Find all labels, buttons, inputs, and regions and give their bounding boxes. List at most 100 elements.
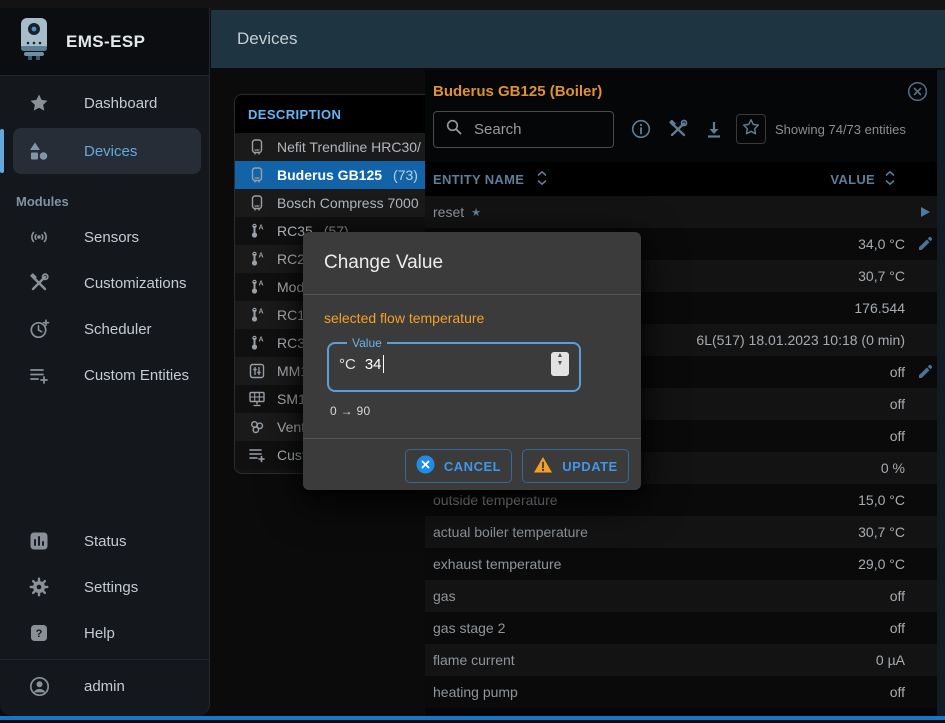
search-box[interactable] — [433, 111, 614, 148]
entity-name: outside temperature — [433, 492, 858, 508]
entity-row[interactable]: flame current 0 µA — [425, 644, 945, 676]
favorite-star-icon: ★ — [471, 206, 481, 219]
entity-value: off — [890, 684, 905, 700]
sidebar-item-custom-entities[interactable]: Custom Entities — [0, 352, 209, 398]
entity-panel-controls: Showing 74/73 entities — [433, 110, 906, 148]
svg-text:A: A — [259, 225, 264, 232]
entity-row[interactable]: gas stage 2 off — [425, 612, 945, 644]
entity-row[interactable]: exhaust temperature 29,0 °C — [425, 548, 945, 580]
svg-text:?: ? — [36, 628, 43, 640]
device-name: Bosch Compress 7000 — [277, 195, 419, 211]
dialog-entity-label: selected flow temperature — [324, 310, 484, 326]
device-name: Nefit Trendline HRC30/ — [277, 139, 421, 155]
step-down-icon[interactable]: ▼ — [557, 364, 564, 372]
entity-value: off — [890, 620, 905, 636]
sidebar-item-scheduler[interactable]: Scheduler — [0, 306, 209, 352]
sidebar-item-status[interactable]: Status — [0, 518, 209, 564]
entity-row[interactable]: heating pump off — [425, 676, 945, 708]
devices-icon — [28, 141, 50, 161]
tools-icon — [28, 273, 50, 293]
entity-name: exhaust temperature — [433, 556, 858, 572]
sidebar-item-label: Scheduler — [84, 321, 152, 338]
sidebar-item-help[interactable]: ? Help — [0, 610, 209, 656]
search-icon — [446, 119, 462, 140]
sidebar-item-admin[interactable]: admin — [0, 663, 209, 709]
svg-text:A: A — [259, 337, 264, 344]
entity-name: flame current — [433, 652, 876, 668]
entity-value: off — [890, 364, 905, 380]
entity-name: reset★ — [433, 204, 905, 220]
sidebar-item-label: Help — [84, 625, 115, 642]
column-entity-name: ENTITY NAME — [433, 172, 524, 187]
warning-icon — [533, 456, 553, 477]
boiler-icon — [248, 195, 266, 212]
vertical-scrollbar[interactable] — [937, 70, 945, 716]
download-icon[interactable] — [705, 120, 723, 139]
sidebar-item-label: Devices — [84, 143, 137, 160]
device-entity-count: (73) — [393, 167, 418, 183]
modules-section-label: Modules — [16, 194, 209, 212]
value-field: Value °C 34 ▲▼ — [327, 336, 581, 392]
entity-row[interactable]: reset★ — [425, 196, 945, 228]
star-icon — [742, 118, 760, 141]
account-icon — [28, 676, 50, 697]
number-stepper[interactable]: ▲▼ — [551, 352, 569, 376]
device-name: SM1 — [277, 391, 306, 407]
entity-value: 15,0 °C — [858, 492, 905, 508]
sort-icon[interactable] — [537, 170, 547, 189]
entity-value: off — [890, 588, 905, 604]
sidebar: EMS-ESP Dashboard Devices Modules Sensor… — [0, 8, 210, 716]
sidebar-user-section: admin — [0, 659, 209, 709]
status-icon — [28, 531, 50, 551]
dialog-title: Change Value — [303, 232, 641, 295]
entity-value: 0 µA — [876, 652, 905, 668]
close-circle-icon[interactable] — [907, 81, 928, 107]
app-title: EMS-ESP — [66, 32, 145, 52]
sidebar-footer-nav: Status Settings ? Help — [0, 518, 209, 656]
sidebar-item-dashboard[interactable]: Dashboard — [0, 80, 209, 126]
favorites-filter-button[interactable] — [736, 114, 766, 144]
sort-icon[interactable] — [885, 170, 895, 189]
value-input[interactable]: 34 — [365, 356, 382, 373]
cancel-button[interactable]: CANCEL — [405, 449, 512, 483]
entity-name: gas — [433, 588, 890, 604]
svg-text:A: A — [259, 309, 264, 316]
mixer-icon — [248, 363, 266, 379]
entity-row[interactable]: actual boiler temperature 30,7 °C — [425, 516, 945, 548]
entity-panel-title: Buderus GB125 (Boiler) — [433, 83, 602, 100]
playlist-add-icon — [248, 447, 266, 463]
entity-value: 6L(517) 18.01.2023 10:18 (0 min) — [696, 332, 905, 348]
info-icon[interactable] — [631, 119, 651, 139]
star-icon — [28, 93, 50, 113]
change-value-dialog: Change Value selected flow temperature V… — [303, 232, 641, 490]
entity-row[interactable]: gas off — [425, 580, 945, 612]
search-input[interactable] — [472, 120, 602, 139]
entity-value: off — [890, 396, 905, 412]
thermostat-icon: A — [248, 251, 266, 267]
text-caret — [383, 355, 385, 373]
svg-text:A: A — [259, 253, 264, 260]
update-button[interactable]: UPDATE — [522, 449, 629, 483]
boiler-icon — [248, 139, 266, 156]
sidebar-item-customizations[interactable]: Customizations — [0, 260, 209, 306]
sidebar-item-settings[interactable]: Settings — [0, 564, 209, 610]
sidebar-item-sensors[interactable]: Sensors — [0, 214, 209, 260]
thermostat-icon: A — [248, 307, 266, 323]
entity-value: 176.544 — [854, 300, 905, 316]
sidebar-item-label: Settings — [84, 579, 138, 596]
entity-value: 30,7 °C — [858, 524, 905, 540]
entity-value: 29,0 °C — [858, 556, 905, 572]
thermostat-icon: A — [248, 223, 266, 239]
bottom-scrollbar[interactable] — [0, 716, 945, 720]
gear-icon — [28, 577, 50, 597]
entity-count-status: Showing 74/73 entities — [775, 122, 906, 137]
tools-icon[interactable] — [668, 119, 688, 139]
device-name: Vent — [277, 419, 305, 435]
sidebar-item-label: Custom Entities — [84, 367, 189, 384]
entity-name: heating pump — [433, 684, 890, 700]
sidebar-item-label: Customizations — [84, 275, 187, 292]
entity-name: actual boiler temperature — [433, 524, 858, 540]
page-title: Devices — [237, 29, 297, 49]
sidebar-item-devices[interactable]: Devices — [13, 128, 201, 174]
page-header: Devices — [211, 10, 945, 68]
